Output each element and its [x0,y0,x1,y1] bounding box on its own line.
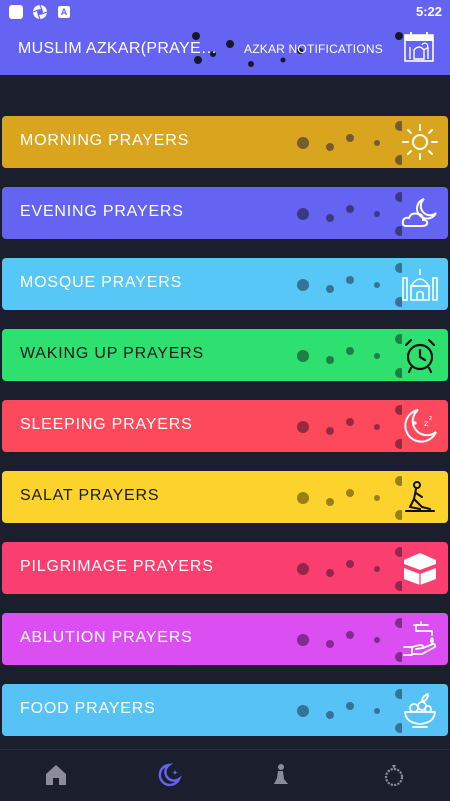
sun-icon [402,124,438,160]
category-card-salat[interactable]: SALAT PRAYERS [2,471,448,523]
app-title: MUSLIM AZKAR(PRAYERS) [18,40,218,57]
crescent-star-icon[interactable] [156,762,182,788]
alarm-clock-icon [404,338,436,374]
home-icon[interactable] [43,762,69,788]
category-label: PILGRIMAGE PRAYERS [20,558,214,575]
category-card-ablution[interactable]: ABLUTION PRAYERS [2,613,448,665]
category-label: ABLUTION PRAYERS [20,629,193,646]
decorative-dots [297,618,402,662]
app-bar: MUSLIM AZKAR(PRAYERS) AZKAR NOTIFICATION… [0,24,450,75]
svg-text:z: z [424,419,428,428]
decorative-dots [297,476,402,520]
letter-a-icon: A [56,4,72,20]
praying-person-icon[interactable] [268,762,294,788]
bottom-navigation [0,749,450,801]
category-label: WAKING UP PRAYERS [20,345,205,362]
category-card-mosque[interactable]: MOSQUE PRAYERS [2,258,448,310]
status-bar: A 5:22 [0,0,450,24]
azkar-notifications-button[interactable]: AZKAR NOTIFICATIONS [244,42,383,56]
category-card-pilgrimage[interactable]: PILGRIMAGE PRAYERS [2,542,448,594]
decorative-dots [297,405,402,449]
aperture-icon [32,4,48,20]
decorative-dots [297,121,402,165]
svg-text:z: z [429,415,432,422]
mosque-icon [402,269,438,301]
category-card-evening[interactable]: EVENING PRAYERS [2,187,448,239]
decorative-dots [297,263,402,307]
notification-square-icon [8,4,24,20]
moon-cloud-icon [401,198,437,227]
category-label: MOSQUE PRAYERS [20,274,183,291]
prayer-beads-icon[interactable] [381,762,407,788]
kaaba-icon [404,553,436,585]
category-card-waking-up[interactable]: WAKING UP PRAYERS [2,329,448,381]
sleeping-moon-icon: z z [404,409,437,443]
category-card-morning[interactable]: MORNING PRAYERS [2,116,448,168]
praying-person-icon [405,481,435,512]
category-card-sleeping[interactable]: SLEEPING PRAYERS z z [2,400,448,452]
category-label: SLEEPING PRAYERS [20,416,193,433]
category-label: SALAT PRAYERS [20,487,160,504]
food-bowl-icon [404,693,436,728]
category-card-food[interactable]: FOOD PRAYERS [2,684,448,736]
category-label: EVENING PRAYERS [20,203,184,220]
category-label: FOOD PRAYERS [20,700,156,717]
decorative-dots [297,547,402,591]
ablution-tap-icon [403,621,437,656]
decorative-dots [297,689,402,733]
decorative-dots [297,192,402,236]
status-icons: A [8,4,72,20]
decorative-dots [297,334,402,378]
calendar-mosque-icon[interactable] [402,30,436,64]
category-label: MORNING PRAYERS [20,132,190,149]
status-time: 5:22 [415,4,442,19]
